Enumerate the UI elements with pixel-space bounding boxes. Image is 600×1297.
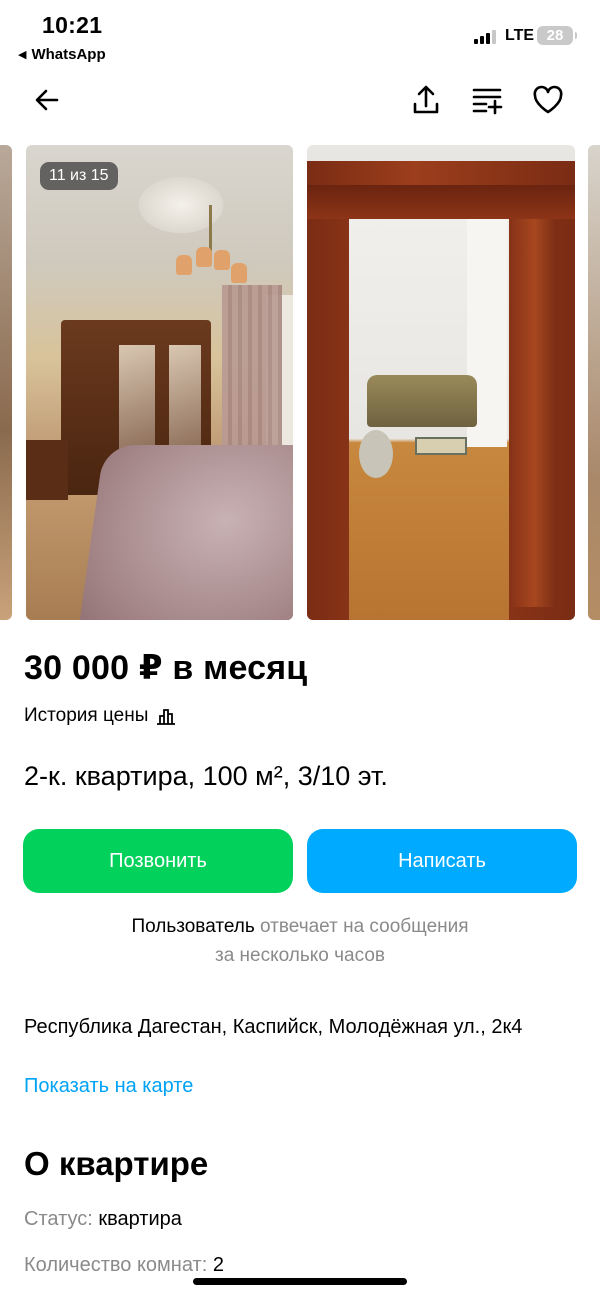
reply-line-2: за несколько часов: [215, 945, 385, 966]
param-value: квартира: [98, 1208, 182, 1230]
nightstand: [26, 440, 68, 500]
seller-reply-note: Пользователь отвечает на сообщения за не…: [0, 912, 600, 970]
heart-icon[interactable]: [528, 80, 568, 120]
battery-level: 28: [546, 27, 564, 44]
status-bar: 10:21 ◀ WhatsApp LTE 28: [0, 0, 600, 70]
back-app-label: WhatsApp: [31, 46, 106, 63]
gallery-photo-previous[interactable]: [0, 145, 12, 620]
param-status: Статус: квартира: [24, 1208, 182, 1231]
back-triangle-icon: ◀: [18, 49, 27, 61]
listing-title: 2-к. квартира, 100 м², 3/10 эт.: [24, 761, 388, 791]
gallery-photo-doorway[interactable]: [307, 145, 575, 620]
signal-icon: [474, 30, 496, 44]
photo-counter-badge: 11 из 15: [40, 162, 118, 190]
listing-address: Республика Дагестан, Каспийск, Молодёжна…: [24, 1016, 523, 1038]
arrow-left-icon[interactable]: [27, 80, 67, 120]
write-button[interactable]: Написать: [307, 829, 577, 893]
param-label: Статус:: [24, 1208, 93, 1230]
reply-line-1: отвечает на сообщения: [260, 916, 469, 937]
battery-icon: 28: [537, 26, 577, 45]
price-history-link[interactable]: История цены: [24, 705, 176, 727]
rug: [415, 437, 467, 455]
param-value: 2: [212, 1254, 224, 1276]
gallery-photo-next[interactable]: [588, 145, 600, 620]
bar-chart-icon: [157, 709, 176, 725]
sofa: [367, 375, 477, 427]
param-label: Количество комнат:: [24, 1254, 208, 1276]
seller-name[interactable]: Пользователь: [131, 916, 254, 937]
chandelier: [176, 205, 247, 295]
show-on-map-link[interactable]: Показать на карте: [24, 1075, 193, 1098]
door-header: [307, 185, 575, 219]
share-icon[interactable]: [406, 80, 446, 120]
back-to-app-link[interactable]: ◀ WhatsApp: [18, 46, 106, 63]
door-jamb: [512, 217, 557, 607]
listing-price: 30 000 ₽ в месяц: [24, 649, 308, 687]
param-rooms: Количество комнат: 2: [24, 1254, 224, 1277]
bed: [77, 445, 293, 620]
about-section-title: О квартире: [24, 1145, 209, 1182]
compare-list-icon[interactable]: [467, 80, 507, 120]
status-time: 10:21: [42, 12, 103, 38]
top-nav: [0, 80, 600, 122]
call-button[interactable]: Позвонить: [23, 829, 293, 893]
gallery-photo-bedroom[interactable]: 11 из 15: [26, 145, 293, 620]
home-indicator[interactable]: [193, 1278, 407, 1285]
network-label: LTE: [505, 27, 535, 44]
price-history-label: История цены: [24, 705, 149, 726]
photo-gallery[interactable]: 11 из 15: [0, 145, 600, 620]
